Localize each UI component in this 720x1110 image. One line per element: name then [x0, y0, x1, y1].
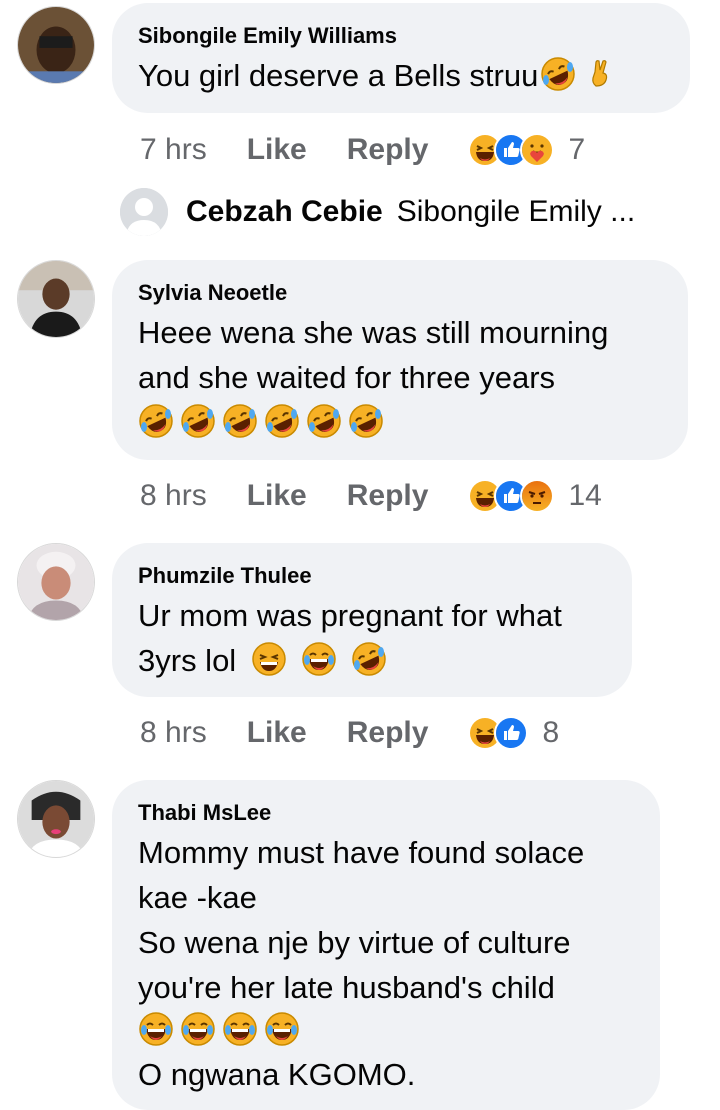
reply-snippet[interactable]: Sibongile Emily ... [397, 195, 635, 229]
like-button[interactable]: Like [247, 716, 307, 750]
reaction-count[interactable]: 8 [542, 716, 559, 750]
comment-bubble: Thabi MsLee Mommy must have found solace… [112, 780, 660, 1110]
comment-text: O ngwana KGOMO. [138, 1057, 416, 1092]
comment-text: Mommy must have found solace [138, 835, 585, 870]
comment-author[interactable]: Phumzile Thulee [138, 563, 606, 589]
rofl-emoji-icon [264, 403, 300, 439]
angry-reaction-icon [520, 479, 555, 513]
joy-emoji-icon [180, 1011, 216, 1047]
comment-author[interactable]: Sylvia Neoetle [138, 280, 662, 306]
emoji-row [138, 1010, 634, 1052]
reaction-count[interactable]: 14 [568, 479, 601, 513]
emoji-row [138, 400, 662, 445]
comment-text: You girl deserve a Bells struu [138, 53, 664, 98]
joy-emoji-icon [222, 1011, 258, 1047]
reply-preview[interactable]: Cebzah Cebie Sibongile Emily ... [120, 186, 635, 238]
comment-text: Heee wena she was still mourning [138, 315, 609, 350]
comment-text: kae -kae [138, 880, 257, 915]
comment-text: 3yrs lol [138, 638, 606, 683]
rofl-emoji-icon [222, 403, 258, 439]
reply-button[interactable]: Reply [347, 479, 429, 513]
rofl-emoji-icon [351, 641, 387, 677]
comment-text: So wena nje by virtue of culture [138, 925, 571, 960]
joy-emoji-icon [301, 641, 337, 677]
reaction-summary[interactable] [468, 716, 529, 750]
comment-bubble: Phumzile Thulee Ur mom was pregnant for … [112, 543, 632, 697]
comment-author[interactable]: Thabi MsLee [138, 800, 634, 826]
like-button[interactable]: Like [247, 479, 307, 513]
grinning-emoji-icon [251, 641, 287, 677]
rofl-emoji-icon [138, 403, 174, 439]
reply-button[interactable]: Reply [347, 133, 429, 167]
rofl-emoji-icon [348, 403, 384, 439]
comment-actions: 7 hrs Like Reply 7 [140, 128, 585, 172]
comment-author[interactable]: Sibongile Emily Williams [138, 23, 664, 49]
avatar[interactable] [17, 6, 95, 84]
joy-emoji-icon [264, 1011, 300, 1047]
comment-text: you're her late husband's child [138, 970, 555, 1005]
comment-text: and she waited for three years [138, 360, 556, 395]
reaction-summary[interactable] [468, 133, 555, 167]
rofl-emoji-icon [540, 56, 576, 92]
like-reaction-icon [494, 716, 529, 750]
avatar[interactable] [17, 260, 95, 338]
comment-time[interactable]: 8 hrs [140, 716, 207, 750]
comment-actions: 8 hrs Like Reply 14 [140, 474, 602, 518]
rofl-emoji-icon [180, 403, 216, 439]
comment-time[interactable]: 7 hrs [140, 133, 207, 167]
reaction-count[interactable]: 7 [568, 133, 585, 167]
reply-author[interactable]: Cebzah Cebie [186, 195, 383, 229]
rofl-emoji-icon [306, 403, 342, 439]
fingers-crossed-emoji-icon [582, 56, 618, 92]
avatar[interactable] [17, 543, 95, 621]
reply-button[interactable]: Reply [347, 716, 429, 750]
like-button[interactable]: Like [247, 133, 307, 167]
reaction-summary[interactable] [468, 479, 555, 513]
comment-bubble: Sylvia Neoetle Heee wena she was still m… [112, 260, 688, 460]
care-reaction-icon [520, 133, 555, 167]
comment-text: Ur mom was pregnant for what [138, 598, 562, 633]
comment-time[interactable]: 8 hrs [140, 479, 207, 513]
comment-actions: 8 hrs Like Reply 8 [140, 711, 559, 755]
comment-bubble: Sibongile Emily Williams You girl deserv… [112, 3, 690, 113]
avatar[interactable] [17, 780, 95, 858]
joy-emoji-icon [138, 1011, 174, 1047]
default-avatar-icon [120, 188, 168, 236]
